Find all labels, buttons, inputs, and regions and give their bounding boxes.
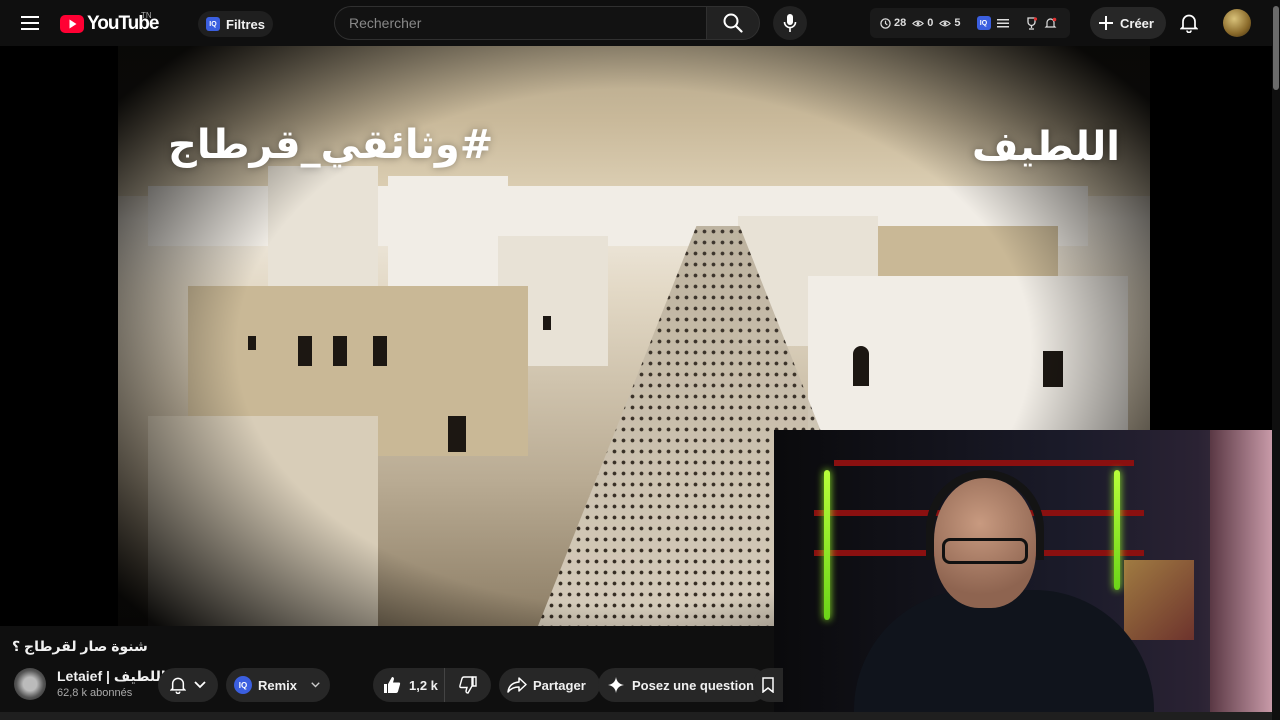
watch-time-stat: 28	[880, 17, 906, 29]
channel-avatar[interactable]	[14, 668, 46, 700]
led-strip	[1114, 470, 1120, 590]
scroll-thumb[interactable]	[1273, 6, 1279, 90]
eye-icon	[912, 20, 925, 26]
subscription-bell-button[interactable]	[158, 668, 218, 702]
video-overlay-channel: اللطيف	[972, 124, 1120, 170]
clock-icon	[880, 17, 891, 29]
chevron-down-icon	[311, 682, 320, 688]
led-strip	[824, 470, 830, 620]
thumbs-up-icon	[384, 677, 401, 693]
notification-alert-icon[interactable]	[1044, 17, 1057, 30]
bookmark-icon	[762, 677, 774, 693]
like-count: 1,2 k	[409, 677, 438, 693]
view-stat: 0	[912, 17, 933, 29]
dislike-button[interactable]	[445, 668, 491, 702]
list-icon[interactable]	[996, 18, 1009, 28]
notifications-button[interactable]	[1174, 8, 1204, 38]
video-title: شنوة صار لقرطاج ؟	[12, 638, 148, 654]
video-overlay-hashtag: #وثائقي_قرطاج	[168, 122, 494, 168]
like-dislike-group: 1,2 k	[373, 668, 491, 702]
view-count: 0	[927, 17, 934, 29]
glasses	[942, 538, 1028, 564]
shelf	[834, 460, 1134, 466]
microphone-icon	[783, 14, 797, 32]
poster	[1124, 560, 1194, 640]
save-button[interactable]	[753, 668, 783, 702]
watch-count: 28	[894, 17, 907, 29]
ask-question-button[interactable]: Posez une question	[598, 668, 769, 702]
account-avatar[interactable]	[1223, 9, 1251, 37]
plus-icon	[1099, 16, 1113, 30]
page-scrollbar[interactable]	[1272, 0, 1280, 720]
pink-wall	[1210, 430, 1272, 715]
eye-stat: 5	[939, 17, 961, 29]
ask-label: Posez une question	[632, 677, 755, 693]
share-icon	[507, 677, 527, 693]
search-input[interactable]	[335, 7, 706, 39]
create-button[interactable]: Créer	[1090, 7, 1166, 39]
webcam-overlay	[774, 430, 1272, 715]
share-button[interactable]: Partager	[499, 668, 600, 702]
iq-extension-icon[interactable]: IQ	[976, 16, 991, 30]
sparkle-icon	[608, 677, 624, 693]
eye-count: 5	[954, 17, 961, 29]
bell-icon	[1180, 14, 1198, 33]
filters-label: Filtres	[226, 16, 266, 32]
top-bar: YouTube TN IQ Filtres 28 0 5 IQ Créer	[0, 0, 1280, 46]
filters-button[interactable]: IQ Filtres	[198, 11, 274, 37]
thumbs-down-icon	[459, 676, 477, 694]
country-code: TN	[141, 11, 152, 20]
bell-icon	[170, 677, 186, 694]
trophy-icon[interactable]	[1025, 16, 1038, 30]
streamer-body	[854, 590, 1154, 715]
voice-search-button[interactable]	[773, 6, 807, 40]
extension-stats-bar[interactable]: 28 0 5 IQ	[870, 8, 1070, 38]
description-box-edge	[0, 712, 1272, 720]
remix-label: Remix	[258, 677, 298, 693]
iq-icon: IQ	[234, 676, 252, 694]
search-button[interactable]	[706, 6, 760, 40]
like-button[interactable]: 1,2 k	[373, 668, 445, 702]
chevron-down-icon	[194, 681, 206, 689]
hamburger-icon	[21, 16, 39, 30]
remix-button[interactable]: IQ Remix	[226, 668, 331, 702]
search-icon	[723, 13, 743, 33]
iq-icon: IQ	[206, 17, 220, 31]
channel-name[interactable]: Letaief | اللطيف	[57, 668, 166, 685]
youtube-play-icon	[60, 15, 84, 33]
search-box	[334, 6, 706, 40]
subscriber-count: 62,8 k abonnés	[57, 687, 133, 699]
eye-icon	[939, 20, 952, 26]
menu-button[interactable]	[14, 7, 46, 39]
create-label: Créer	[1120, 15, 1154, 31]
share-label: Partager	[533, 677, 586, 693]
